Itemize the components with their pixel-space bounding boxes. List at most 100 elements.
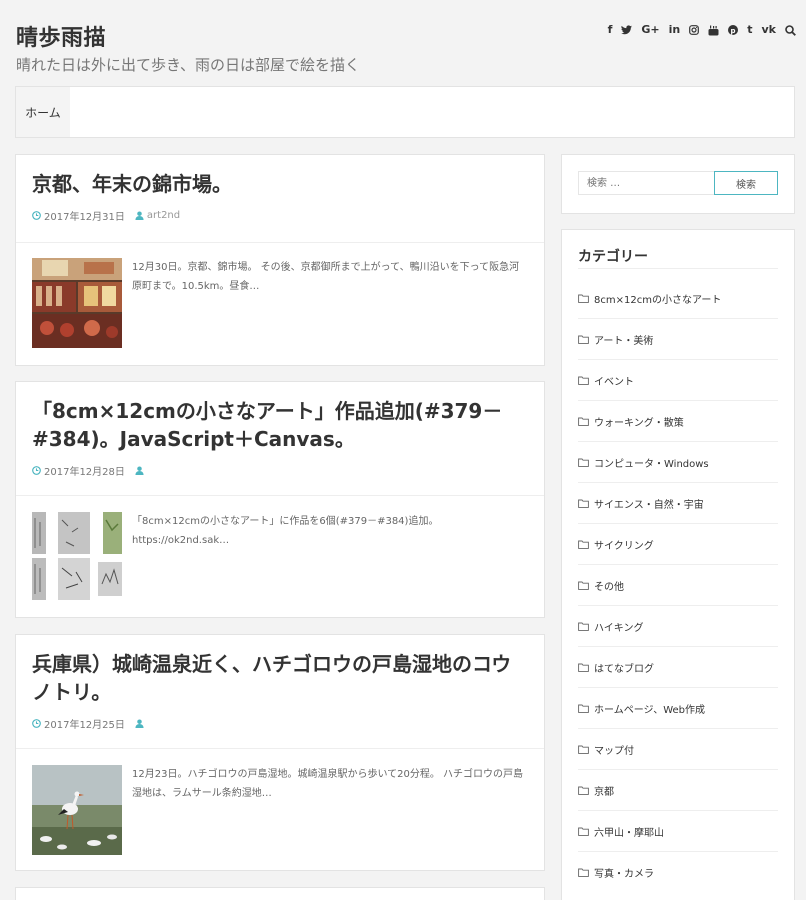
divider — [16, 495, 544, 496]
category-item[interactable]: 8cm×12cmの小さなアート — [578, 278, 778, 319]
instagram-icon[interactable] — [689, 25, 700, 35]
category-item[interactable]: はてなブログ — [578, 647, 778, 688]
category-label: 写真・カメラ — [594, 869, 654, 880]
search-input[interactable] — [578, 171, 714, 195]
search-icon[interactable] — [785, 24, 796, 36]
category-item[interactable]: サイエンス・自然・宇宙 — [578, 483, 778, 524]
category-item[interactable]: イベント — [578, 360, 778, 401]
category-label: 8cm×12cmの小さなアート — [594, 294, 722, 306]
user-icon — [135, 466, 144, 475]
categories-widget: カテゴリー 8cm×12cmの小さなアート アート・美術 イベント ウォーキング… — [561, 229, 795, 900]
user-icon — [135, 719, 144, 728]
post-date[interactable]: 2017年12月31日 — [44, 208, 125, 223]
linkedin-icon[interactable]: in — [669, 24, 681, 36]
search-form: 検索 — [578, 171, 778, 195]
post-thumbnail[interactable] — [32, 512, 122, 602]
category-item[interactable]: 写真・カメラ — [578, 852, 778, 893]
category-label: サイクリング — [594, 540, 654, 552]
post-body: 12月30日。京都、錦市場。 その後、京都御所まで上がって、鴨川沿いを下って阪急… — [32, 258, 528, 348]
folder-icon — [578, 417, 589, 426]
category-label: サイエンス・自然・宇宙 — [594, 499, 704, 511]
post-excerpt: 12月23日。ハチゴロウの戸島湿地。城崎温泉駅から歩いて20分程。 ハチゴロウの… — [132, 769, 524, 799]
category-item[interactable]: 六甲山・摩耶山 — [578, 811, 778, 852]
post-card: 「8cm×12cmの小さなアート」作品追加(#379－#384)。JavaScr… — [15, 381, 545, 618]
site-header: 晴歩雨描 晴れた日は外に出て歩き、雨の日は部屋で絵を描く f G+ in p t… — [16, 20, 796, 74]
youtube-icon[interactable] — [708, 25, 719, 36]
social-links: f G+ in p t vk — [608, 24, 796, 36]
categories-title: カテゴリー — [578, 246, 648, 269]
pinterest-icon[interactable]: p — [728, 25, 739, 35]
folder-icon — [578, 581, 589, 590]
category-item[interactable]: サイクリング — [578, 524, 778, 565]
clock-icon — [32, 719, 41, 728]
google-plus-icon[interactable]: G+ — [641, 24, 659, 36]
user-icon — [135, 211, 144, 220]
post-thumbnail[interactable] — [32, 258, 122, 348]
folder-icon — [578, 499, 589, 508]
post-date[interactable]: 2017年12月28日 — [44, 463, 125, 478]
divider — [578, 268, 778, 269]
folder-icon — [578, 663, 589, 672]
post-thumbnail[interactable] — [32, 765, 122, 855]
folder-icon — [578, 827, 589, 836]
folder-icon — [578, 786, 589, 795]
post-excerpt: 12月30日。京都、錦市場。 その後、京都御所まで上がって、鴨川沿いを下って阪急… — [132, 262, 520, 292]
clock-icon — [32, 211, 41, 220]
folder-icon — [578, 540, 589, 549]
post-author[interactable]: art2nd — [147, 210, 180, 221]
category-item[interactable]: ウォーキング・散策 — [578, 401, 778, 442]
post-title[interactable]: 「8cm×12cmの小さなアート」作品追加(#379－#384)。JavaScr… — [16, 382, 544, 453]
category-item[interactable]: 京都 — [578, 770, 778, 811]
category-item[interactable]: ホームページ、Web作成 — [578, 688, 778, 729]
category-label: はてなブログ — [594, 663, 654, 675]
site-tagline: 晴れた日は外に出て歩き、雨の日は部屋で絵を描く — [16, 56, 360, 74]
search-widget: 検索 — [561, 154, 795, 214]
svg-text:p: p — [731, 27, 736, 35]
category-list: 8cm×12cmの小さなアート アート・美術 イベント ウォーキング・散策 コン… — [578, 278, 778, 893]
divider — [16, 748, 544, 749]
post-title[interactable]: 京都、年末の錦市場。 — [16, 155, 544, 198]
folder-icon — [578, 335, 589, 344]
folder-icon — [578, 458, 589, 467]
vk-icon[interactable]: vk — [762, 24, 777, 36]
post-excerpt: 「8cm×12cmの小さなアート」に作品を6個(#379－#384)追加。 ht… — [132, 516, 439, 546]
tumblr-icon[interactable]: t — [747, 24, 752, 36]
category-item[interactable]: アート・美術 — [578, 319, 778, 360]
category-label: コンピュータ・Windows — [594, 458, 709, 470]
category-label: 六甲山・摩耶山 — [594, 827, 664, 839]
post-body: 12月23日。ハチゴロウの戸島湿地。城崎温泉駅から歩いて20分程。 ハチゴロウの… — [32, 765, 528, 855]
post-card — [15, 887, 545, 900]
twitter-icon[interactable] — [621, 25, 633, 35]
post-date[interactable]: 2017年12月25日 — [44, 716, 125, 731]
folder-icon — [578, 745, 589, 754]
category-item[interactable]: その他 — [578, 565, 778, 606]
folder-icon — [578, 704, 589, 713]
post-meta: 2017年12月25日 — [16, 706, 544, 731]
category-label: ウォーキング・散策 — [594, 417, 684, 429]
folder-icon — [578, 622, 589, 631]
post-card: 京都、年末の錦市場。 2017年12月31日 art2nd 12月30日。京都、… — [15, 154, 545, 366]
post-meta: 2017年12月28日 — [16, 453, 544, 478]
category-label: ホームページ、Web作成 — [594, 704, 706, 716]
divider — [16, 242, 544, 243]
clock-icon — [32, 466, 41, 475]
main-nav: ホーム — [15, 86, 795, 138]
nav-item-home[interactable]: ホーム — [16, 87, 70, 137]
post-card: 兵庫県）城崎温泉近く、ハチゴロウの戸島湿地のコウノトリ。 2017年12月25日 — [15, 634, 545, 871]
category-label: その他 — [594, 581, 624, 593]
folder-icon — [578, 376, 589, 385]
category-item[interactable]: ハイキング — [578, 606, 778, 647]
folder-icon — [578, 868, 589, 877]
search-button[interactable]: 検索 — [714, 171, 778, 195]
post-body: 「8cm×12cmの小さなアート」に作品を6個(#379－#384)追加。 ht… — [32, 512, 528, 602]
category-item[interactable]: コンピュータ・Windows — [578, 442, 778, 483]
folder-icon — [578, 294, 589, 303]
category-label: マップ付 — [594, 745, 634, 757]
facebook-icon[interactable]: f — [608, 24, 613, 36]
post-meta: 2017年12月31日 art2nd — [16, 198, 544, 223]
category-label: 京都 — [594, 786, 614, 798]
post-title[interactable]: 兵庫県）城崎温泉近く、ハチゴロウの戸島湿地のコウノトリ。 — [16, 635, 544, 706]
category-label: イベント — [594, 376, 634, 388]
category-item[interactable]: マップ付 — [578, 729, 778, 770]
category-label: ハイキング — [594, 622, 644, 634]
